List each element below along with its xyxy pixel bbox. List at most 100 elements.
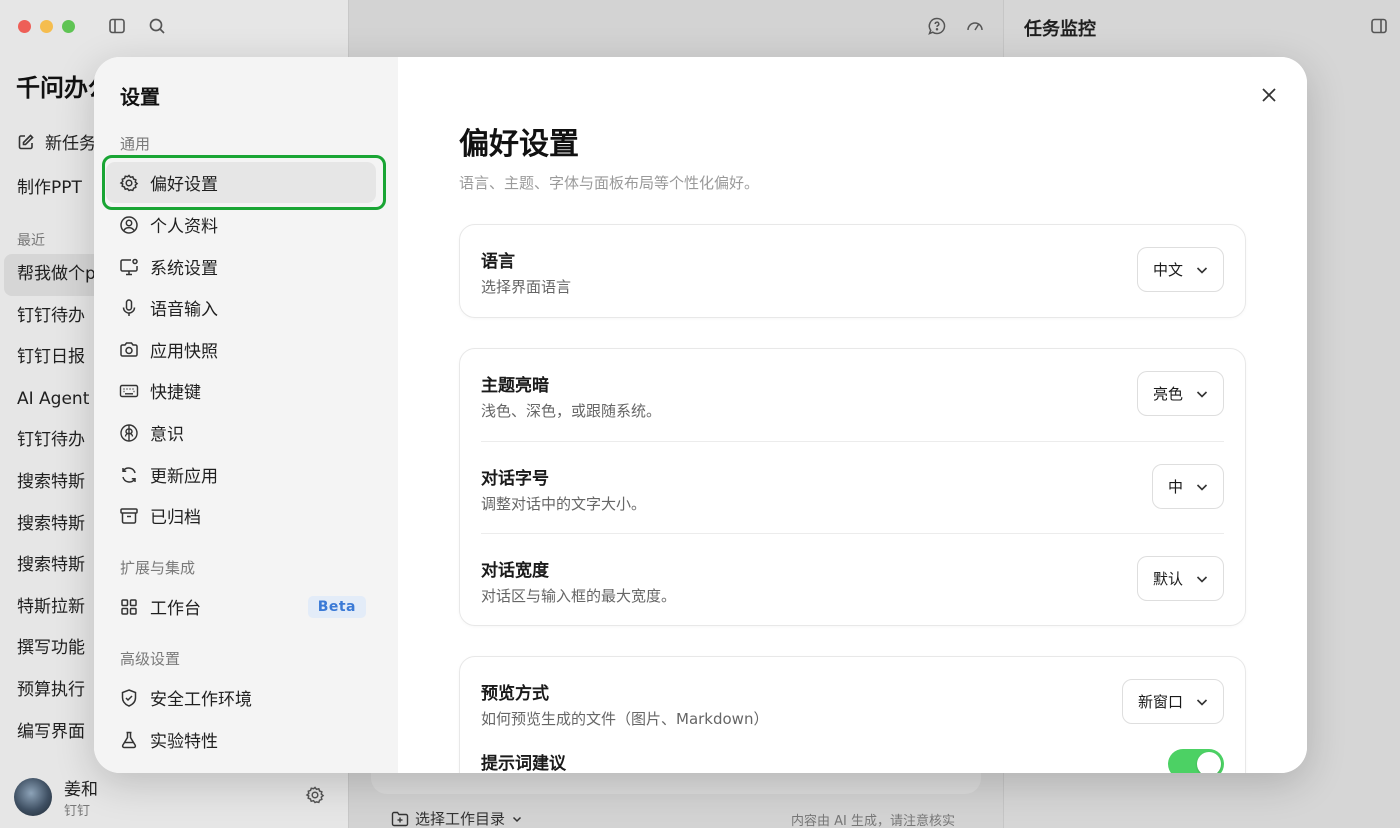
chevron-down-icon — [512, 816, 522, 822]
search-icon[interactable] — [148, 17, 166, 39]
make-ppt-item[interactable]: 制作PPT — [17, 173, 82, 198]
new-task-label: 新任务 — [45, 134, 96, 154]
nav-label: 偏好设置 — [150, 175, 218, 195]
task-monitor-title: 任务监控 — [1024, 19, 1096, 40]
nav-label: 语音输入 — [150, 300, 218, 320]
nav-label: 系统设置 — [150, 259, 218, 279]
ai-disclaimer: 内容由 AI 生成，请注意核实 — [791, 814, 955, 828]
select-value: 亮色 — [1152, 385, 1183, 403]
speedometer-icon[interactable] — [965, 16, 985, 36]
microphone-icon — [122, 298, 136, 316]
setting-desc: 选择界面语言 — [481, 278, 572, 296]
preview-select[interactable]: 新窗口 — [1121, 679, 1224, 724]
language-select[interactable]: 中文 — [1136, 247, 1224, 292]
setting-row-width: 对话宽度 对话区与输入框的最大宽度。 默认 — [481, 533, 1224, 625]
setting-row-font-size: 对话字号 调整对话中的文字大小。 中 — [481, 441, 1224, 533]
nav-item-experimental[interactable]: 实验特性 — [106, 719, 376, 760]
section-general: 通用 — [120, 135, 151, 153]
recent-label: 最近 — [17, 233, 45, 249]
new-task-button[interactable]: 新任务 — [17, 129, 96, 154]
setting-row-language: 语言 选择界面语言 中文 — [481, 225, 1224, 317]
panel-toggle-icon[interactable] — [1370, 17, 1388, 39]
section-advanced: 高级设置 — [120, 650, 181, 668]
nav-item-preferences[interactable]: 偏好设置 — [106, 162, 376, 203]
gear-icon — [119, 173, 139, 191]
preferences-panel: 偏好设置 语言、主题、字体与面板布局等个性化偏好。 语言 选择界面语言 中文 主… — [398, 57, 1307, 773]
sidebar-toggle-icon[interactable] — [108, 17, 126, 39]
nav-label: 意识 — [150, 425, 184, 445]
settings-modal: 设置 通用 偏好设置 个人资料 系统设置 语音输入 应用快照 快捷键 意识 更新… — [94, 57, 1307, 773]
nav-label: 更新应用 — [150, 467, 218, 487]
gear-icon[interactable] — [305, 785, 325, 809]
nav-label: 安全工作环境 — [150, 690, 252, 710]
nav-label: 工作台 — [150, 599, 201, 619]
grid-icon — [121, 598, 137, 615]
user-circle-icon — [120, 215, 138, 234]
page-subtitle: 语言、主题、字体与面板布局等个性化偏好。 — [459, 174, 760, 192]
settings-title: 设置 — [120, 85, 160, 109]
page-title: 偏好设置 — [459, 127, 579, 162]
close-window-button[interactable] — [18, 20, 31, 33]
settings-nav: 设置 通用 偏好设置 个人资料 系统设置 语音输入 应用快照 快捷键 意识 更新… — [94, 57, 398, 773]
window-controls — [18, 20, 75, 33]
nav-item-archived[interactable]: 已归档 — [106, 495, 376, 536]
folder-plus-icon — [391, 811, 409, 826]
nav-item-secure-env[interactable]: 安全工作环境 — [106, 677, 376, 718]
user-name: 姜和 — [64, 780, 98, 800]
setting-desc: 浅色、深色，或跟随系统。 — [481, 402, 662, 420]
font-size-select[interactable]: 中 — [1151, 464, 1224, 509]
setting-label: 语言 — [481, 252, 515, 272]
user-profile[interactable]: 姜和 钉钉 — [14, 775, 98, 819]
camera-icon — [120, 341, 138, 357]
preview-card: 预览方式 如何预览生成的文件（图片、Markdown） 新窗口 提示词建议 — [459, 656, 1246, 773]
setting-label: 提示词建议 — [481, 754, 566, 773]
user-org: 钉钉 — [64, 804, 91, 819]
nav-item-voice[interactable]: 语音输入 — [106, 287, 376, 328]
nav-item-system[interactable]: 系统设置 — [106, 246, 376, 287]
nav-item-consciousness[interactable]: 意识 — [106, 412, 376, 453]
minimize-window-button[interactable] — [40, 20, 53, 33]
select-value: 中 — [1167, 478, 1183, 496]
select-value: 中文 — [1152, 261, 1183, 279]
chevron-down-icon — [1196, 266, 1208, 274]
nav-label: 快捷键 — [150, 383, 201, 403]
nav-item-update[interactable]: 更新应用 — [106, 454, 376, 495]
nav-label: 已归档 — [150, 508, 201, 528]
workdir-selector[interactable]: 选择工作目录 — [391, 808, 523, 828]
setting-desc: 调整对话中的文字大小。 — [481, 495, 647, 513]
feedback-icon[interactable] — [927, 16, 947, 36]
zoom-window-button[interactable] — [62, 20, 75, 33]
nav-item-snapshot[interactable]: 应用快照 — [106, 329, 376, 370]
setting-desc: 对话区与输入框的最大宽度。 — [481, 587, 677, 605]
close-button[interactable] — [1255, 81, 1283, 109]
setting-desc: 如何预览生成的文件（图片、Markdown） — [481, 710, 769, 728]
setting-label: 对话宽度 — [481, 561, 549, 581]
theme-select[interactable]: 亮色 — [1136, 371, 1224, 416]
width-select[interactable]: 默认 — [1136, 556, 1224, 601]
brain-icon — [120, 423, 138, 442]
workdir-label: 选择工作目录 — [415, 810, 506, 828]
language-card: 语言 选择界面语言 中文 — [459, 224, 1246, 318]
keyboard-icon — [119, 384, 139, 397]
display-card: 主题亮暗 浅色、深色，或跟随系统。 亮色 对话字号 调整对话中的文字大小。 中 … — [459, 348, 1246, 626]
nav-item-profile[interactable]: 个人资料 — [106, 204, 376, 245]
chevron-down-icon — [1196, 575, 1208, 583]
avatar — [14, 778, 52, 816]
nav-label: 实验特性 — [150, 732, 218, 752]
select-value: 新窗口 — [1137, 693, 1183, 711]
main-toolbar — [927, 16, 985, 36]
prompt-suggest-toggle[interactable] — [1168, 749, 1224, 773]
nav-label: 应用快照 — [150, 342, 218, 362]
beta-badge: Beta — [307, 595, 366, 618]
select-value: 默认 — [1152, 570, 1183, 588]
setting-label: 预览方式 — [481, 684, 549, 704]
close-icon — [1262, 88, 1276, 102]
setting-row-preview: 预览方式 如何预览生成的文件（图片、Markdown） 新窗口 — [481, 657, 1224, 749]
nav-item-shortcuts[interactable]: 快捷键 — [106, 370, 376, 411]
chevron-down-icon — [1196, 698, 1208, 706]
shield-icon — [121, 688, 137, 707]
chevron-down-icon — [1196, 483, 1208, 491]
nav-item-workbench[interactable]: 工作台 Beta — [106, 586, 376, 627]
setting-row-prompt-suggest: 提示词建议 — [481, 749, 1224, 773]
refresh-icon — [122, 466, 136, 483]
